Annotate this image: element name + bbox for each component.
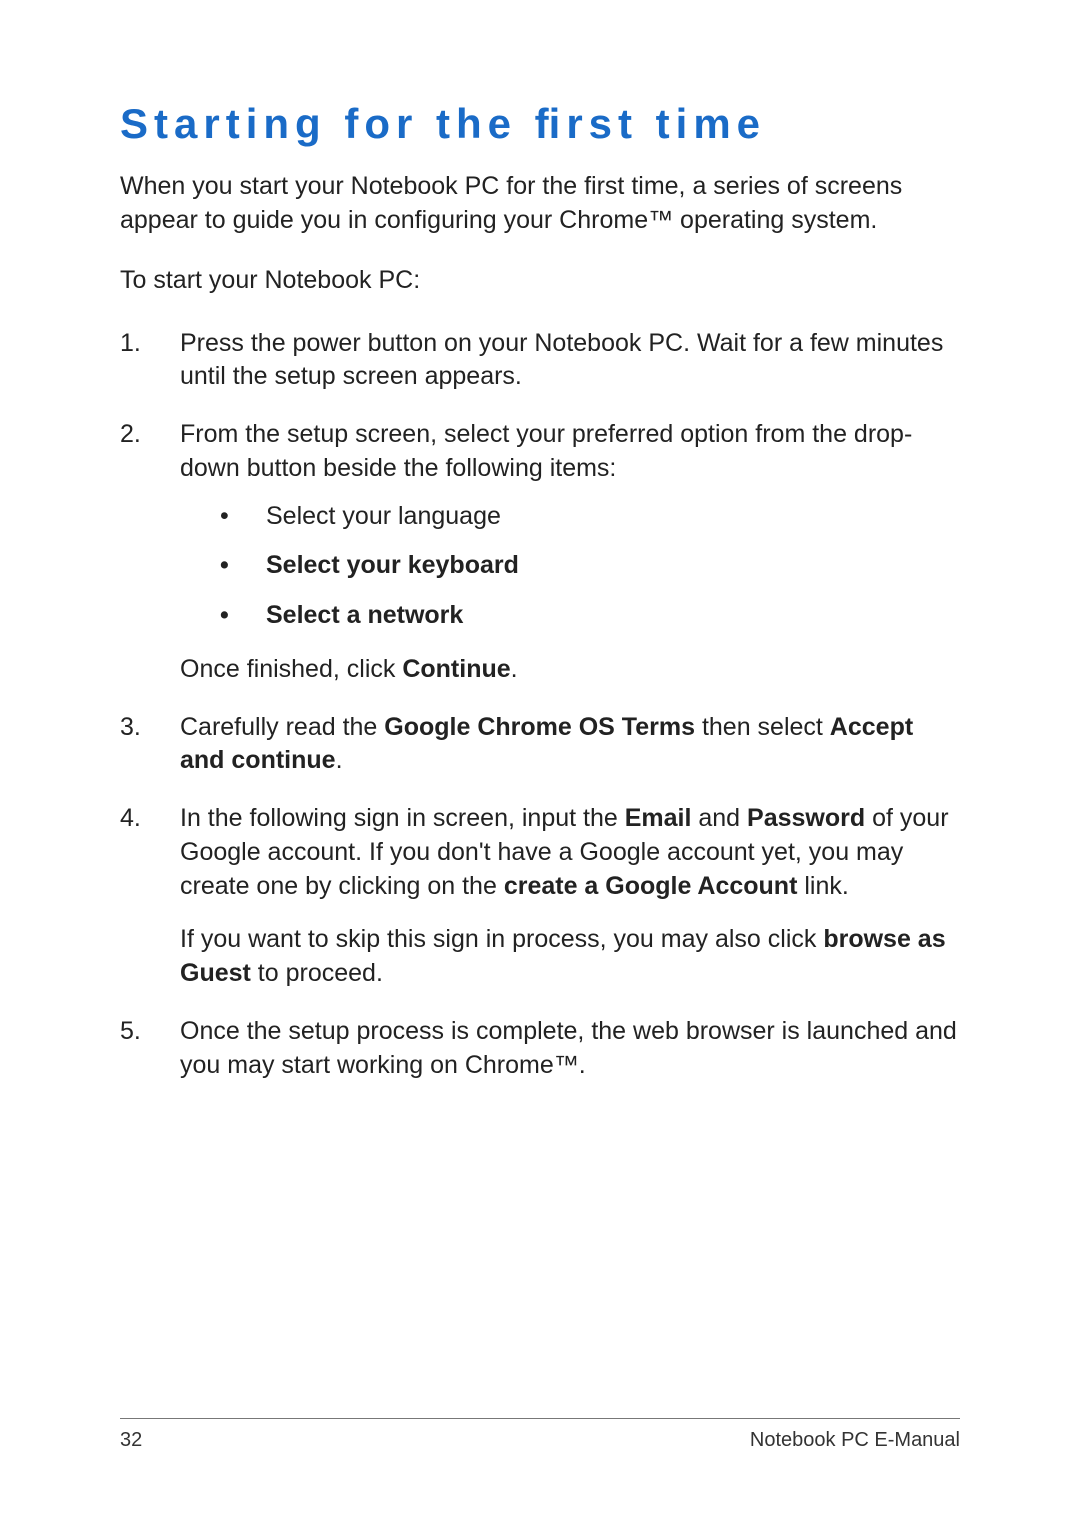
step-3-c: then select [702,713,830,741]
doc-title: Notebook PC E-Manual [750,1429,960,1452]
step-2-bullets: Select your language Select your keyboar… [220,500,960,633]
step-2: From the setup screen, select your prefe… [120,418,960,687]
create-account-label: create a Google Account [504,872,798,900]
step-4-p2-a: If you want to skip this sign in process… [180,925,823,953]
continue-label: Continue [402,655,510,683]
step-4: In the following sign in screen, input t… [120,802,960,991]
step-3-a: Carefully read the [180,713,384,741]
step-4-p2-c: to proceed. [251,959,383,987]
step-3: Carefully read the Google Chrome OS Term… [120,711,960,779]
step-5: Once the setup process is complete, the … [120,1015,960,1083]
page-number: 32 [120,1429,142,1452]
step-1: Press the power button on your Notebook … [120,327,960,395]
bullet-language: Select your language [220,500,960,534]
step-3-e: . [336,746,343,774]
steps-list: Press the power button on your Notebook … [120,327,960,1083]
page-title: Starting for the ﬁrst time [120,100,960,148]
terms-label: Google Chrome OS Terms [384,713,702,741]
step-4-g: link. [797,872,848,900]
step-5-text: Once the setup process is complete, the … [180,1017,957,1079]
step-1-text: Press the power button on your Notebook … [180,329,943,391]
step-2-after-c: . [511,655,518,683]
email-label: Email [625,804,692,832]
step-4-a: In the following sign in screen, input t… [180,804,625,832]
password-label: Password [747,804,872,832]
bullet-network: Select a network [220,599,960,633]
lead-paragraph: To start your Notebook PC: [120,266,960,295]
manual-page: Starting for the ﬁrst time When you star… [0,0,1080,1522]
step-4-c: and [691,804,747,832]
step-2-after: Once ﬁnished, click Continue. [180,653,960,687]
page-footer: 32 Notebook PC E-Manual [120,1418,960,1452]
step-2-after-a: Once ﬁnished, click [180,655,402,683]
intro-paragraph: When you start your Notebook PC for the … [120,170,960,238]
bullet-keyboard: Select your keyboard [220,549,960,583]
step-4-p2: If you want to skip this sign in process… [180,923,960,991]
step-2-text: From the setup screen, select your prefe… [180,420,912,482]
